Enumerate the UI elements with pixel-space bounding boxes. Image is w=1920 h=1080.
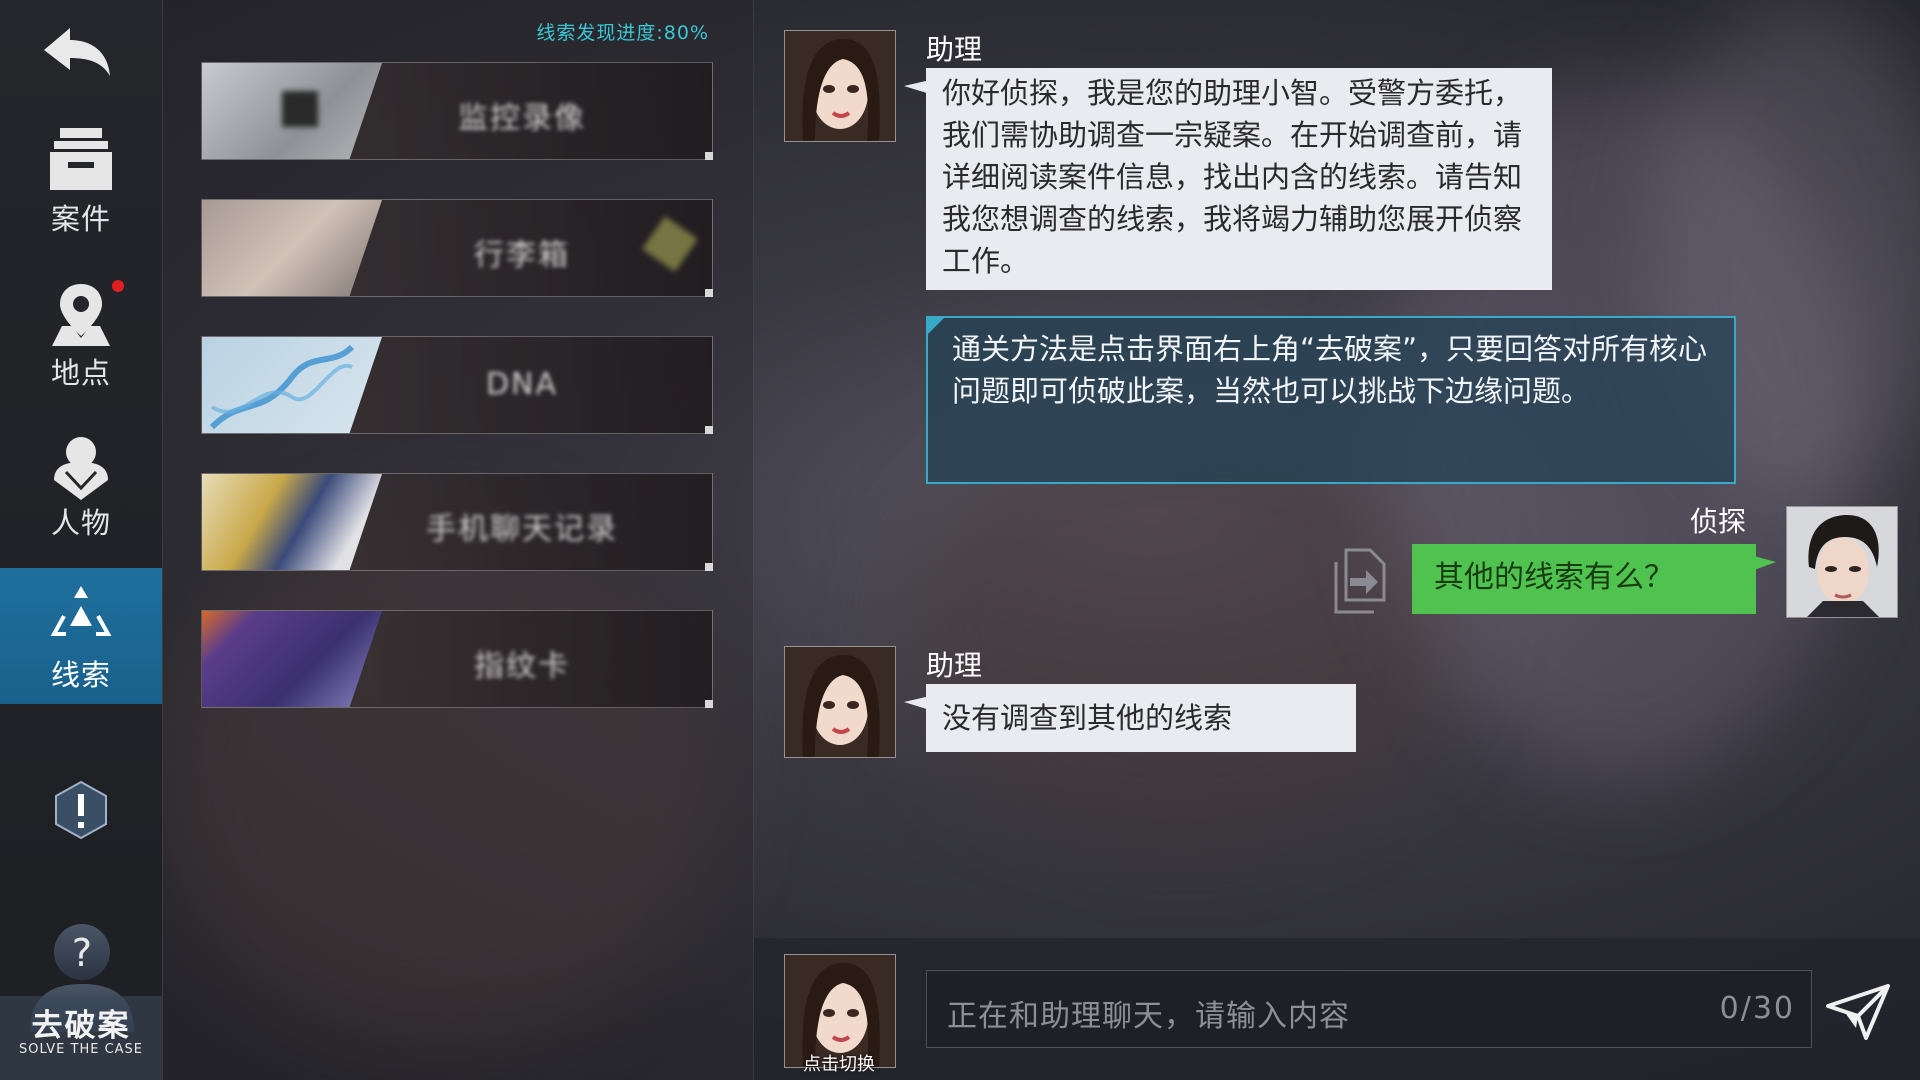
speaker-name: 助理 <box>926 649 983 682</box>
card-corner <box>705 289 713 297</box>
nav-item-clues[interactable]: 线索 <box>0 568 162 704</box>
speaker-name: 助理 <box>926 33 983 66</box>
clue-triangle-icon <box>50 586 112 636</box>
player-avatar <box>1786 506 1898 618</box>
assistant-message: 你好侦探，我是您的助理小智。受警方委托，我们需协助调查一宗疑案。在开始调查前，请… <box>926 68 1552 290</box>
nav-item-label: 人物 <box>50 506 111 540</box>
player-message: 其他的线索有么？ <box>1412 544 1756 614</box>
back-arrow-icon[interactable] <box>40 24 116 88</box>
clue-panel: 线索发现进度:80% 监控录像 行李箱 DNA 手机聊天记录 指纹卡 <box>163 0 754 1080</box>
side-nav: 案件 地点 人物 线索 ? 去破案 SOLVE THE CASE <box>0 0 163 1080</box>
clue-name: 指纹卡 <box>474 649 570 684</box>
nav-item-label: 地点 <box>50 356 111 390</box>
case-box-icon <box>50 128 112 190</box>
clue-card[interactable]: 行李箱 <box>201 199 713 297</box>
clue-name: 手机聊天记录 <box>426 512 618 547</box>
switch-speaker-label[interactable]: 点击切换 <box>784 1050 894 1076</box>
person-icon <box>54 437 108 500</box>
clue-thumbnail <box>202 200 382 296</box>
copy-transfer-icon[interactable] <box>1332 548 1388 614</box>
card-corner <box>705 426 713 434</box>
clue-progress: 线索发现进度:80% <box>536 22 709 44</box>
char-counter: 0/30 <box>1719 991 1795 1026</box>
card-corner <box>705 700 713 708</box>
solve-case-sublabel: SOLVE THE CASE <box>18 1042 144 1057</box>
clue-card[interactable]: DNA <box>201 336 713 434</box>
clue-thumbnail <box>202 474 382 570</box>
dna-icon <box>209 344 355 430</box>
assistant-message: 没有调查到其他的线索 <box>926 684 1356 752</box>
svg-text:?: ? <box>72 931 92 975</box>
assistant-avatar <box>784 30 896 142</box>
clue-card[interactable]: 指纹卡 <box>201 610 713 708</box>
nav-item-person[interactable]: 人物 <box>0 432 162 568</box>
solve-case-label[interactable]: 去破案 <box>0 1000 162 1045</box>
send-paper-plane-icon[interactable] <box>1826 984 1890 1040</box>
clue-name: DNA <box>485 367 559 402</box>
clue-thumbnail <box>202 337 382 433</box>
bubble-tail <box>1754 556 1776 570</box>
clue-name: 行李箱 <box>474 238 570 273</box>
notification-dot <box>112 280 124 292</box>
speaker-name: 侦探 <box>1690 505 1747 538</box>
assistant-avatar <box>784 646 896 758</box>
card-corner <box>705 563 713 571</box>
system-tip-message: 通关方法是点击界面右上角“去破案”，只要回答对所有核心问题即可侦破此案，当然也可… <box>926 316 1736 484</box>
clue-card[interactable]: 监控录像 <box>201 62 713 160</box>
card-corner <box>705 152 713 160</box>
nav-item-label: 线索 <box>50 658 111 692</box>
location-pin-icon <box>52 284 110 346</box>
clue-name: 监控录像 <box>458 101 586 136</box>
chat-input[interactable]: 正在和助理聊天，请输入内容 0/30 <box>926 970 1812 1048</box>
clue-card[interactable]: 手机聊天记录 <box>201 473 713 571</box>
nav-item-label: 案件 <box>50 202 111 236</box>
exclamation-shield-icon[interactable] <box>54 780 108 840</box>
clue-thumbnail <box>202 611 382 707</box>
input-placeholder: 正在和助理聊天，请输入内容 <box>947 999 1350 1034</box>
bubble-corner <box>928 318 944 334</box>
nav-item-case[interactable]: 案件 <box>0 128 162 264</box>
clue-thumbnail <box>202 63 382 159</box>
nav-item-location[interactable]: 地点 <box>0 282 162 418</box>
